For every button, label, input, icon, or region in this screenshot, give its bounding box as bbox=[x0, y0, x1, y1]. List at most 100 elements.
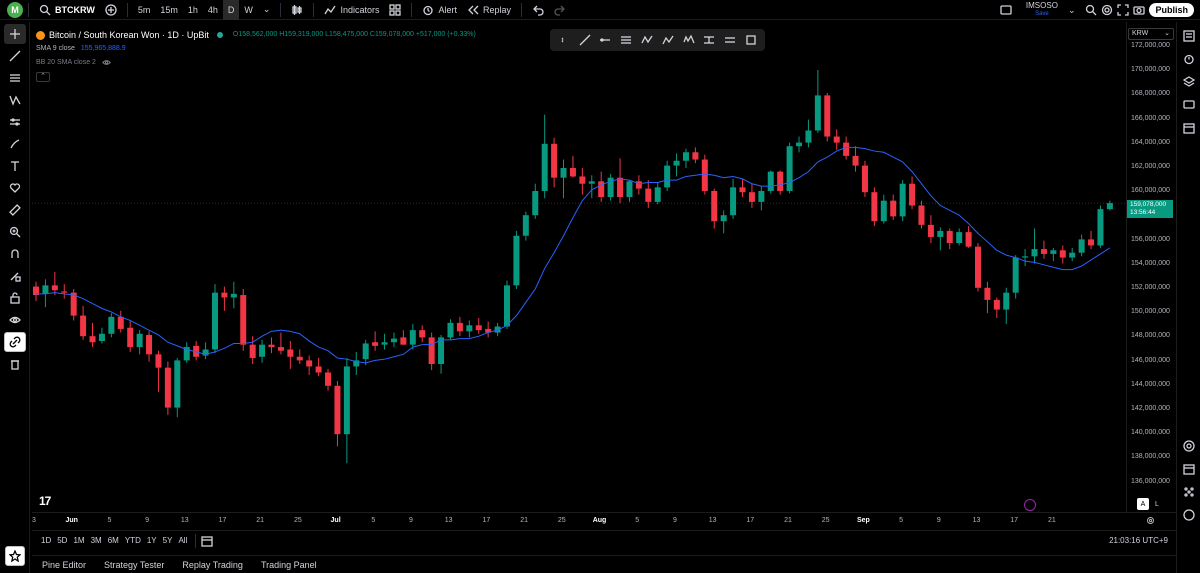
divider bbox=[280, 2, 282, 17]
interval-w[interactable]: W bbox=[239, 0, 258, 20]
drag-handle[interactable] bbox=[555, 31, 573, 49]
ideas-button[interactable] bbox=[1180, 437, 1198, 455]
pattern-tool[interactable] bbox=[4, 90, 26, 110]
alarm-clock-icon bbox=[423, 5, 434, 15]
time-axis[interactable]: 3 Jun 5 9 13 17 21 25 Jul 5 9 13 17 21 25 Aug 5 9 13 17 21 25… bbox=[32, 512, 1176, 528]
draw-pitchfork[interactable] bbox=[638, 31, 656, 49]
alert-button[interactable]: Alert bbox=[417, 0, 462, 20]
publish-button[interactable]: Publish bbox=[1149, 3, 1194, 17]
range-all[interactable]: All bbox=[175, 536, 190, 545]
draw-date-range[interactable] bbox=[721, 31, 739, 49]
topbar-right: IMSOSO Save ⌄ Publish bbox=[1000, 0, 1200, 20]
range-3m[interactable]: 3M bbox=[88, 536, 105, 545]
calendar-button[interactable] bbox=[1180, 119, 1198, 137]
draw-range[interactable] bbox=[701, 31, 719, 49]
draw-rectangle[interactable] bbox=[742, 31, 760, 49]
clock[interactable]: 21:03:16 UTC+9 bbox=[1109, 536, 1168, 545]
measure-tool[interactable] bbox=[4, 200, 26, 220]
templates-button[interactable] bbox=[384, 0, 406, 20]
draw-parallel-channel[interactable] bbox=[617, 31, 635, 49]
draw-trend-line[interactable] bbox=[576, 31, 594, 49]
camera-icon[interactable] bbox=[1133, 4, 1146, 16]
candle-body bbox=[504, 285, 510, 327]
chart-type-button[interactable] bbox=[286, 0, 308, 20]
apps-button[interactable] bbox=[1180, 483, 1198, 501]
magnet-icon bbox=[11, 249, 19, 258]
draw-path[interactable] bbox=[659, 31, 677, 49]
sma-label: SMA 9 close bbox=[36, 45, 75, 52]
interval-d[interactable]: D bbox=[222, 0, 240, 20]
layout-box-icon[interactable] bbox=[1000, 4, 1012, 16]
panel-tab-replay-trading[interactable]: Replay Trading bbox=[182, 560, 243, 570]
panel-tab-strategy-tester[interactable]: Strategy Tester bbox=[104, 560, 164, 570]
alerts-button[interactable] bbox=[1180, 50, 1198, 68]
candle-body bbox=[249, 344, 256, 358]
chat-button[interactable] bbox=[1180, 96, 1198, 114]
chevron-down-icon[interactable]: ⌄ bbox=[1068, 5, 1076, 16]
panel-tab-trading-panel[interactable]: Trading Panel bbox=[261, 560, 317, 570]
fullscreen-icon[interactable] bbox=[1117, 4, 1130, 16]
quick-search-icon[interactable] bbox=[1085, 4, 1097, 16]
draw-horizontal-ray[interactable] bbox=[597, 31, 615, 49]
range-1y[interactable]: 1Y bbox=[144, 536, 160, 545]
range-5d[interactable]: 5D bbox=[54, 536, 70, 545]
candle-body bbox=[871, 192, 878, 222]
link-tool[interactable] bbox=[4, 332, 26, 352]
interval-1h[interactable]: 1h bbox=[183, 0, 203, 20]
lock-tool[interactable] bbox=[4, 288, 26, 308]
currency-selector[interactable]: KRW ⌄ bbox=[1128, 28, 1174, 40]
undo-button[interactable] bbox=[527, 0, 549, 20]
indicators-button[interactable]: Indicators bbox=[319, 0, 384, 20]
interval-4h[interactable]: 4h bbox=[203, 0, 223, 20]
eye-off-icon[interactable] bbox=[101, 58, 111, 67]
magnet-tool[interactable] bbox=[4, 244, 26, 264]
legend-collapse-button[interactable]: ⌃ bbox=[36, 72, 50, 82]
range-1d[interactable]: 1D bbox=[38, 536, 54, 545]
candle-body bbox=[541, 143, 548, 191]
hide-tool[interactable] bbox=[4, 310, 26, 330]
brush-tool[interactable] bbox=[4, 134, 26, 154]
user-avatar[interactable]: M bbox=[7, 1, 23, 18]
log-scale-toggle[interactable]: L bbox=[1151, 498, 1163, 510]
range-1m[interactable]: 1M bbox=[70, 536, 87, 545]
gear-icon[interactable] bbox=[1101, 4, 1113, 16]
legend-sma-row[interactable]: SMA 9 close 155,965,888.9 bbox=[36, 42, 476, 56]
range-5y[interactable]: 5Y bbox=[160, 536, 176, 545]
stay-in-draw-tool[interactable] bbox=[4, 266, 26, 286]
panel-tab-pine-editor[interactable]: Pine Editor bbox=[42, 560, 86, 570]
zoom-tool[interactable] bbox=[4, 222, 26, 242]
price-chart[interactable] bbox=[32, 22, 1126, 512]
lightning-icon[interactable] bbox=[1024, 499, 1036, 511]
candle-body bbox=[1088, 239, 1095, 246]
auto-scale-toggle[interactable]: A bbox=[1137, 498, 1149, 510]
interval-15m[interactable]: 15m bbox=[155, 0, 183, 20]
tradingview-logo[interactable]: 17 bbox=[39, 494, 51, 508]
legend-bb-row[interactable]: BB 20 SMA close 2 bbox=[36, 56, 476, 70]
time-axis-settings-icon[interactable] bbox=[1146, 516, 1155, 525]
layout-name-button[interactable]: IMSOSO Save bbox=[1026, 2, 1058, 18]
trend-line-tool[interactable] bbox=[4, 46, 26, 66]
forecast-tool[interactable] bbox=[4, 112, 26, 132]
fib-tool[interactable] bbox=[4, 68, 26, 88]
goto-date-icon[interactable] bbox=[201, 535, 213, 547]
redo-button[interactable] bbox=[549, 0, 571, 20]
replay-button[interactable]: Replay bbox=[462, 0, 516, 20]
symbol-search[interactable]: BTCKRW bbox=[34, 0, 100, 20]
chart-pane[interactable] bbox=[32, 22, 1126, 512]
calendar-events-button[interactable] bbox=[1180, 460, 1198, 478]
layers-button[interactable] bbox=[1180, 73, 1198, 91]
range-6m[interactable]: 6M bbox=[105, 536, 122, 545]
interval-dropdown[interactable]: ⌄ bbox=[258, 0, 276, 20]
favorites-button[interactable] bbox=[5, 546, 25, 566]
watchlist-button[interactable] bbox=[1180, 27, 1198, 45]
range-ytd[interactable]: YTD bbox=[122, 536, 144, 545]
icon-tool[interactable] bbox=[4, 178, 26, 198]
compare-button[interactable] bbox=[100, 0, 122, 20]
interval-5m[interactable]: 5m bbox=[133, 0, 156, 20]
crosshair-tool[interactable] bbox=[4, 24, 26, 44]
trend-line-icon bbox=[579, 34, 591, 46]
text-tool[interactable] bbox=[4, 156, 26, 176]
draw-elliott[interactable] bbox=[680, 31, 698, 49]
help-button[interactable] bbox=[1180, 506, 1198, 524]
delete-tool[interactable] bbox=[4, 354, 26, 374]
